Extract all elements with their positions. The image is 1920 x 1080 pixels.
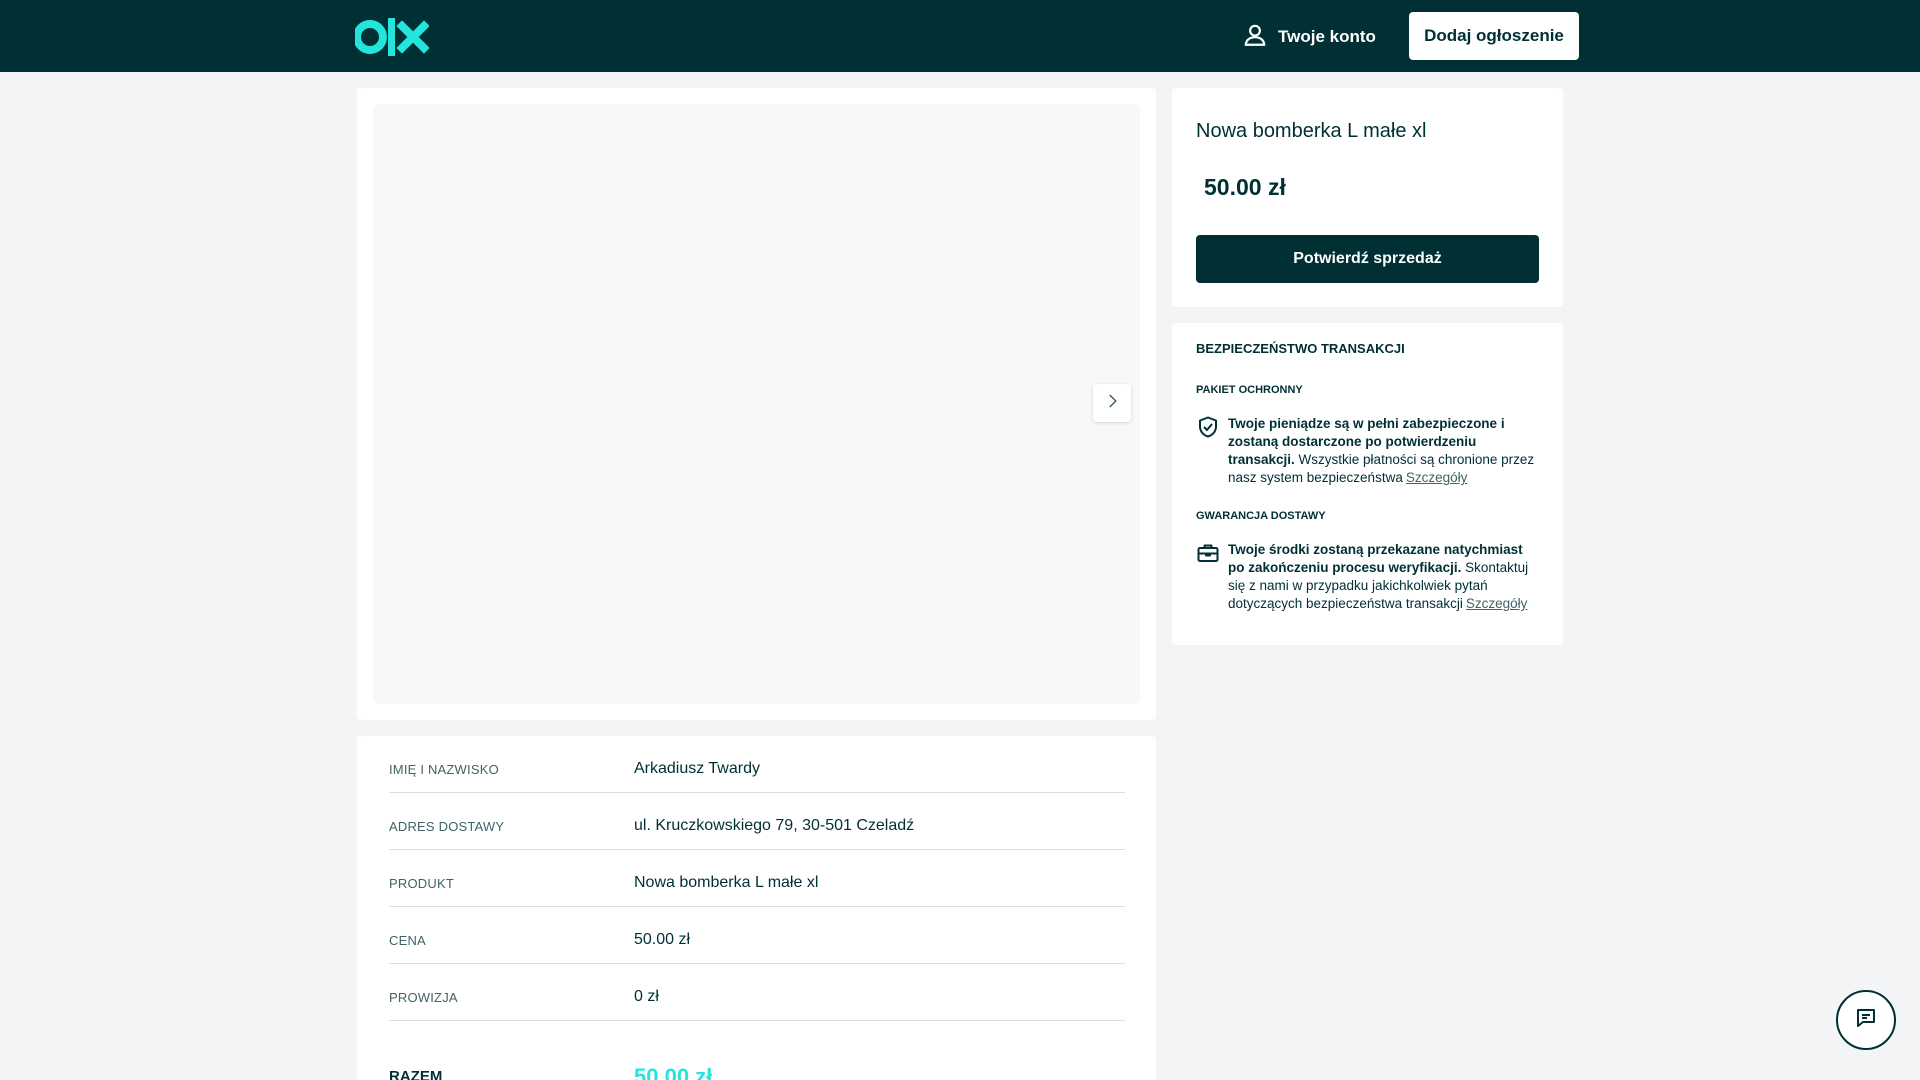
gallery-next-button[interactable] — [1093, 384, 1131, 422]
details-value: ul. Kruczkowskiego 79, 30-501 Czeladź — [634, 817, 915, 834]
item-title: Nowa bomberka L małe xl — [1196, 120, 1427, 142]
gallery-card — [357, 88, 1156, 720]
details-row-total: RAZEM 50.00 zł — [389, 1064, 1125, 1080]
delivery-text: Twoje środki zostaną przekazane natychmi… — [1228, 541, 1539, 613]
delivery-details-link[interactable]: Szczegóły — [1466, 596, 1528, 611]
delivery-subheading: GWARANCJA DOSTAWY — [1196, 510, 1326, 522]
protection-text: Twoje pieniądze są w pełni zabezpieczone… — [1228, 415, 1539, 487]
details-row-name: IMIĘ I NAZWISKO Arkadiusz Twardy — [389, 736, 1125, 793]
order-details-card: IMIĘ I NAZWISKO Arkadiusz Twardy ADRES D… — [357, 736, 1156, 1080]
delivery-feature: Twoje środki zostaną przekazane natychmi… — [1196, 541, 1539, 613]
account-link[interactable]: Twoje konto — [1242, 22, 1376, 52]
details-value: Nowa bomberka L małe xl — [634, 874, 819, 891]
details-value: 50.00 zł — [634, 931, 691, 948]
account-label: Twoje konto — [1278, 27, 1376, 46]
details-label: PROWIZJA — [389, 990, 458, 1005]
chat-icon — [1854, 1006, 1878, 1035]
chevron-right-icon — [1103, 392, 1121, 415]
details-label: PRODUKT — [389, 876, 454, 891]
item-price: 50.00 zł — [1204, 174, 1286, 200]
summary-card: Nowa bomberka L małe xl 50.00 zł Potwier… — [1172, 88, 1563, 307]
total-label: RAZEM — [389, 1068, 443, 1080]
top-bar: Twoje konto Dodaj ogłoszenie — [0, 0, 1920, 72]
user-icon — [1242, 22, 1268, 53]
safety-heading: BEZPIECZEŃSTWO TRANSAKCJI — [1196, 341, 1405, 356]
chat-button[interactable] — [1836, 990, 1896, 1050]
details-row-commission: PROWIZJA 0 zł — [389, 964, 1125, 1021]
add-listing-button[interactable]: Dodaj ogłoszenie — [1409, 12, 1579, 60]
details-row-product: PRODUKT Nowa bomberka L małe xl — [389, 850, 1125, 907]
transaction-safety-card: BEZPIECZEŃSTWO TRANSAKCJI PAKIET OCHRONN… — [1172, 323, 1563, 645]
protection-subheading: PAKIET OCHRONNY — [1196, 384, 1303, 396]
total-value: 50.00 zł — [634, 1064, 713, 1080]
protection-feature: Twoje pieniądze są w pełni zabezpieczone… — [1196, 415, 1539, 487]
briefcase-icon — [1196, 541, 1220, 565]
details-value: Arkadiusz Twardy — [634, 760, 760, 777]
details-label: IMIĘ I NAZWISKO — [389, 762, 499, 777]
olx-logo[interactable] — [355, 17, 429, 57]
confirm-sale-button[interactable]: Potwierdź sprzedaż — [1196, 235, 1539, 283]
protection-details-link[interactable]: Szczegóły — [1406, 470, 1468, 485]
image-gallery[interactable] — [373, 104, 1140, 704]
details-label: ADRES DOSTAWY — [389, 819, 505, 834]
details-label: CENA — [389, 933, 426, 948]
details-row-address: ADRES DOSTAWY ul. Kruczkowskiego 79, 30-… — [389, 793, 1125, 850]
details-value: 0 zł — [634, 988, 659, 1005]
shield-check-icon — [1196, 415, 1220, 439]
details-row-price: CENA 50.00 zł — [389, 907, 1125, 964]
